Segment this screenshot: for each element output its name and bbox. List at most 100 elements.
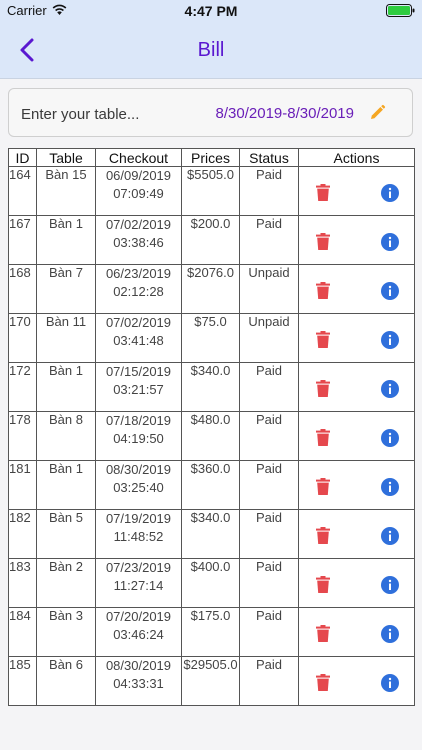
cell-table: Bàn 1 <box>36 215 96 265</box>
table-search-input[interactable] <box>19 97 203 131</box>
battery-icon <box>386 4 415 17</box>
info-icon[interactable] <box>381 429 399 447</box>
cell-status: Paid <box>239 607 299 657</box>
info-icon[interactable] <box>381 331 399 349</box>
cell-actions <box>298 362 415 412</box>
date-range-label[interactable]: 8/30/2019-8/30/2019 <box>216 105 354 122</box>
cell-price: $340.0 <box>181 362 240 412</box>
table-header-row: ID Table Checkout Prices Status Actions <box>8 148 415 167</box>
clock: 4:47 PM <box>184 3 238 19</box>
cell-id: 167 <box>8 215 37 265</box>
info-icon[interactable] <box>381 625 399 643</box>
info-icon[interactable] <box>381 282 399 300</box>
checkout-time: 11:48:52 <box>113 529 164 544</box>
table-row[interactable]: 170 Bàn 11 07/02/2019 03:41:48 $75.0 Unpaid <box>8 313 415 363</box>
cell-id: 182 <box>8 509 37 559</box>
info-icon[interactable] <box>381 674 399 692</box>
checkout-time: 03:38:46 <box>113 235 164 250</box>
trash-icon[interactable] <box>316 674 330 691</box>
table-row[interactable]: 182 Bàn 5 07/19/2019 11:48:52 $340.0 Paid <box>8 509 415 559</box>
cell-price: $340.0 <box>181 509 240 559</box>
trash-icon[interactable] <box>316 233 330 250</box>
checkout-time: 02:12:28 <box>113 284 164 299</box>
cell-actions <box>298 166 415 216</box>
info-icon[interactable] <box>381 527 399 545</box>
checkout-date: 07/23/2019 <box>105 560 172 575</box>
info-icon[interactable] <box>381 478 399 496</box>
checkout-date: 07/02/2019 <box>105 315 172 330</box>
cell-table: Bàn 8 <box>36 411 96 461</box>
header-checkout: Checkout <box>95 148 182 167</box>
cell-checkout: 06/09/2019 07:09:49 <box>95 166 182 216</box>
info-icon[interactable] <box>381 380 399 398</box>
trash-icon[interactable] <box>316 380 330 397</box>
cell-table: Bàn 5 <box>36 509 96 559</box>
cell-table: Bàn 6 <box>36 656 96 706</box>
cell-id: 172 <box>8 362 37 412</box>
table-row[interactable]: 167 Bàn 1 07/02/2019 03:38:46 $200.0 Paid <box>8 215 415 265</box>
checkout-time: 03:41:48 <box>113 333 164 348</box>
cell-actions <box>298 509 415 559</box>
header-actions: Actions <box>298 148 415 167</box>
cell-price: $75.0 <box>181 313 240 363</box>
cell-checkout: 07/15/2019 03:21:57 <box>95 362 182 412</box>
cell-table: Bàn 11 <box>36 313 96 363</box>
trash-icon[interactable] <box>316 478 330 495</box>
cell-actions <box>298 313 415 363</box>
bill-table: ID Table Checkout Prices Status Actions … <box>8 148 415 706</box>
cell-checkout: 07/19/2019 11:48:52 <box>95 509 182 559</box>
info-icon[interactable] <box>381 233 399 251</box>
cell-checkout: 07/02/2019 03:38:46 <box>95 215 182 265</box>
cell-actions <box>298 264 415 314</box>
cell-status: Unpaid <box>239 313 299 363</box>
table-row[interactable]: 168 Bàn 7 06/23/2019 02:12:28 $2076.0 Unpaid <box>8 264 415 314</box>
header-prices: Prices <box>181 148 240 167</box>
cell-price: $175.0 <box>181 607 240 657</box>
cell-actions <box>298 607 415 657</box>
table-row[interactable]: 164 Bàn 15 06/09/2019 07:09:49 $5505.0 Paid <box>8 166 415 216</box>
cell-checkout: 07/18/2019 04:19:50 <box>95 411 182 461</box>
table-row[interactable]: 181 Bàn 1 08/30/2019 03:25:40 $360.0 Paid <box>8 460 415 510</box>
cell-price: $5505.0 <box>181 166 240 216</box>
info-icon[interactable] <box>381 576 399 594</box>
checkout-date: 07/19/2019 <box>105 511 172 526</box>
cell-actions <box>298 460 415 510</box>
table-row[interactable]: 178 Bàn 8 07/18/2019 04:19:50 $480.0 Paid <box>8 411 415 461</box>
cell-price: $29505.0 <box>181 656 240 706</box>
cell-status: Paid <box>239 166 299 216</box>
checkout-date: 06/09/2019 <box>105 168 172 183</box>
checkout-date: 07/15/2019 <box>105 364 172 379</box>
trash-icon[interactable] <box>316 576 330 593</box>
cell-table: Bàn 3 <box>36 607 96 657</box>
cell-actions <box>298 656 415 706</box>
cell-price: $360.0 <box>181 460 240 510</box>
cell-price: $2076.0 <box>181 264 240 314</box>
cell-status: Paid <box>239 509 299 559</box>
table-row[interactable]: 185 Bàn 6 08/30/2019 04:33:31 $29505.0 Paid <box>8 656 415 706</box>
checkout-date: 07/20/2019 <box>105 609 172 624</box>
cell-price: $480.0 <box>181 411 240 461</box>
cell-status: Paid <box>239 656 299 706</box>
table-row[interactable]: 184 Bàn 3 07/20/2019 03:46:24 $175.0 Paid <box>8 607 415 657</box>
cell-actions <box>298 558 415 608</box>
info-icon[interactable] <box>381 184 399 202</box>
checkout-time: 03:25:40 <box>113 480 164 495</box>
checkout-time: 03:21:57 <box>113 382 164 397</box>
trash-icon[interactable] <box>316 527 330 544</box>
cell-status: Paid <box>239 215 299 265</box>
table-row[interactable]: 183 Bàn 2 07/23/2019 11:27:14 $400.0 Paid <box>8 558 415 608</box>
page-title: Bill <box>197 39 225 61</box>
trash-icon[interactable] <box>316 331 330 348</box>
cell-price: $200.0 <box>181 215 240 265</box>
pencil-icon[interactable] <box>368 104 386 122</box>
checkout-time: 07:09:49 <box>113 186 164 201</box>
trash-icon[interactable] <box>316 184 330 201</box>
checkout-time: 03:46:24 <box>113 627 164 642</box>
trash-icon[interactable] <box>316 429 330 446</box>
cell-id: 170 <box>8 313 37 363</box>
checkout-date: 08/30/2019 <box>105 658 172 673</box>
trash-icon[interactable] <box>316 282 330 299</box>
trash-icon[interactable] <box>316 625 330 642</box>
table-row[interactable]: 172 Bàn 1 07/15/2019 03:21:57 $340.0 Paid <box>8 362 415 412</box>
cell-checkout: 07/23/2019 11:27:14 <box>95 558 182 608</box>
